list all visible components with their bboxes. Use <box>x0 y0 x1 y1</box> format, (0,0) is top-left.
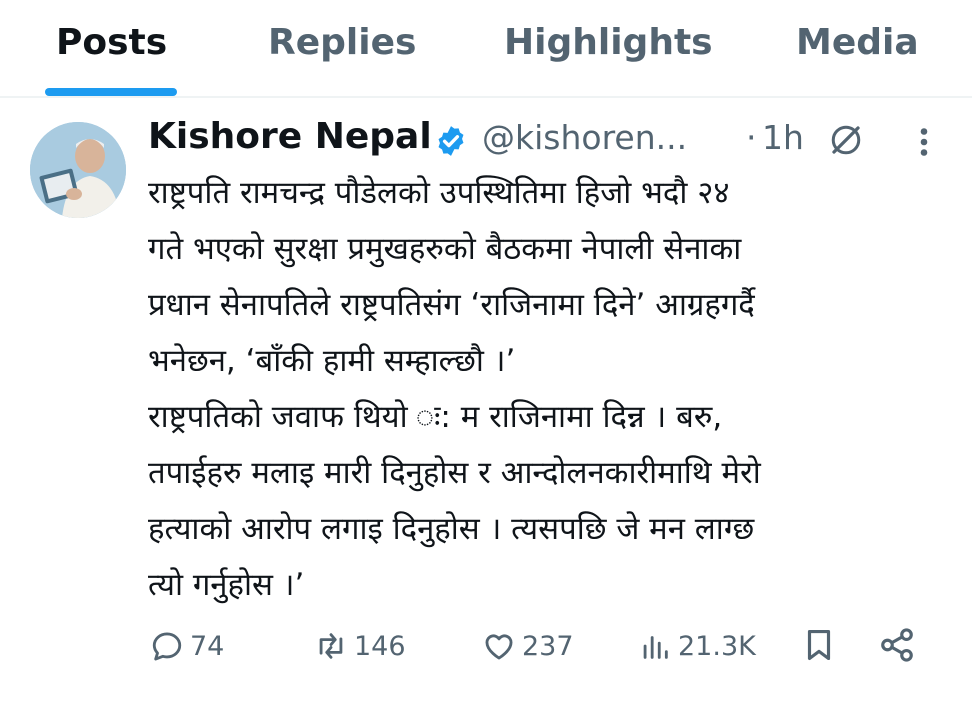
post-text-line: प्रधान सेनापतिले राष्ट्रपतिसंग ‘राजिनामा… <box>148 287 755 323</box>
like-count: 237 <box>522 630 574 662</box>
like-button[interactable]: 237 <box>482 624 574 668</box>
bookmark-icon[interactable] <box>800 626 838 664</box>
profile-tabs: Posts Replies Highlights Media <box>0 0 972 98</box>
post-header: Kishore Nepal @kishoren... · 1h <box>148 112 948 166</box>
post-text-line: गते भएको सुरक्षा प्रमुखहरुको बैठकमा नेपा… <box>148 231 742 267</box>
reply-button[interactable]: 74 <box>150 624 224 668</box>
repost-count: 146 <box>354 630 406 662</box>
views-button[interactable]: 21.3K <box>638 624 756 668</box>
more-icon[interactable] <box>912 124 936 160</box>
author-handle[interactable]: @kishoren... <box>482 118 687 157</box>
tab-replies[interactable]: Replies <box>268 22 416 63</box>
tab-posts[interactable]: Posts <box>56 22 167 63</box>
repost-icon <box>319 633 343 659</box>
author-name[interactable]: Kishore Nepal <box>148 116 432 157</box>
post-text-line: राष्ट्रपतिको जवाफ थियो ः: म राजिनामा दिन… <box>148 399 723 435</box>
verified-badge-icon <box>438 126 464 156</box>
reply-icon <box>152 632 182 661</box>
tab-media[interactable]: Media <box>796 22 919 63</box>
tab-highlights[interactable]: Highlights <box>504 22 713 63</box>
post-time[interactable]: 1h <box>762 118 804 157</box>
post-text-line: तपाईहरु मलाइ मारी दिनुहोस र आन्दोलनकारीम… <box>148 455 761 491</box>
post-text-line: भनेछन, ‘बाँकी हामी सम्हाल्छौ ।’ <box>148 343 516 379</box>
active-tab-indicator <box>45 88 177 96</box>
avatar[interactable] <box>30 122 126 218</box>
post-text: राष्ट्रपति रामचन्द्र पौडेलको उपस्थितिमा … <box>148 165 938 613</box>
share-icon[interactable] <box>878 626 916 664</box>
post-actions: 74 146 237 21.3K <box>148 618 938 674</box>
reply-count: 74 <box>190 630 225 662</box>
post-text-line: हत्याको आरोप लगाइ दिनुहोस । त्यसपछि जे म… <box>148 511 755 547</box>
grok-icon[interactable] <box>828 122 864 158</box>
post-text-line: राष्ट्रपति रामचन्द्र पौडेलको उपस्थितिमा … <box>148 175 730 211</box>
post-text-line: त्यो गर्नुहोस ।’ <box>148 567 305 603</box>
separator-dot: · <box>746 118 757 157</box>
like-icon <box>485 634 513 660</box>
repost-button[interactable]: 146 <box>314 624 406 668</box>
view-count: 21.3K <box>678 630 756 662</box>
views-icon <box>643 636 668 659</box>
